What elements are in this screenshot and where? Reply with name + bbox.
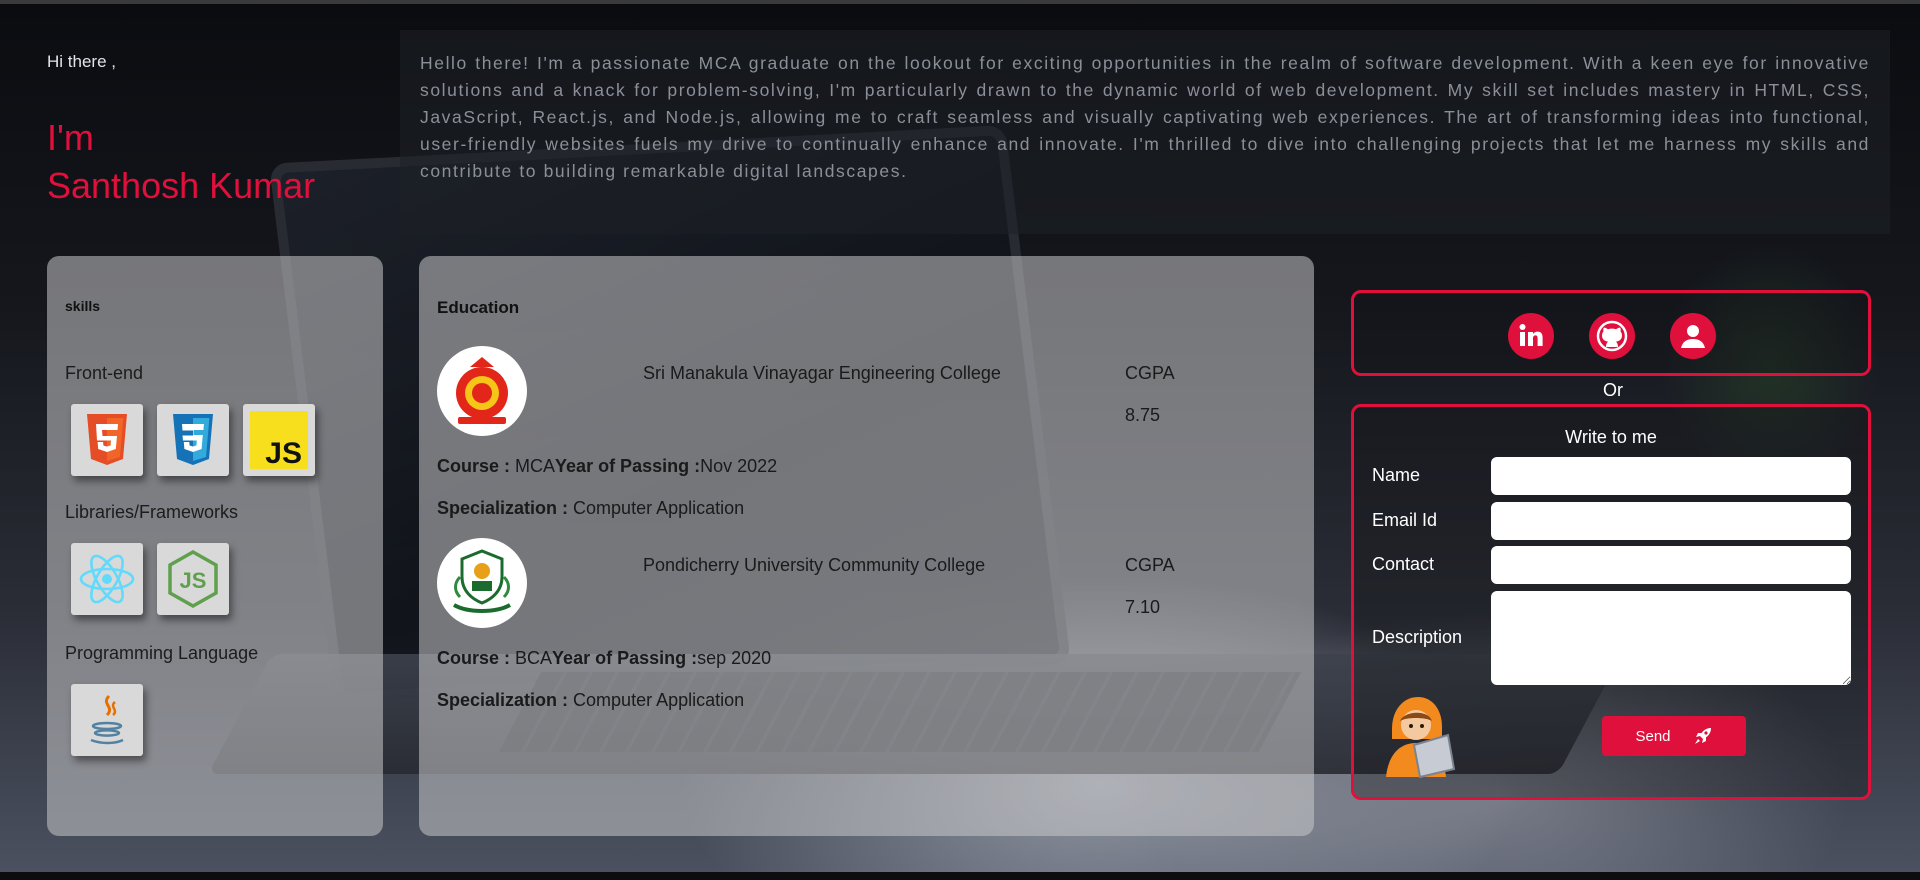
form-title: Write to me [1565, 427, 1657, 447]
year-label: Year of Passing : [552, 648, 698, 668]
course-label: Course : [437, 456, 511, 476]
course-value: BCA [515, 648, 553, 668]
greeting: Hi there , [47, 52, 116, 71]
react-icon [71, 543, 143, 615]
name-input[interactable] [1491, 457, 1851, 495]
hero-name: Santhosh Kumar [47, 165, 316, 206]
cgpa-value: 8.75 [1125, 405, 1161, 425]
github-icon[interactable] [1589, 313, 1635, 359]
email-label: Email Id [1372, 510, 1438, 530]
course-label: Course : [437, 648, 511, 668]
course-value: MCA [515, 456, 556, 476]
bottom-edge [0, 872, 1920, 880]
contact-input[interactable] [1491, 546, 1851, 584]
contact-label: Contact [1372, 554, 1435, 574]
year-label: Year of Passing : [555, 456, 701, 476]
social-links [1351, 290, 1871, 376]
college-name: Pondicherry University Community College [643, 555, 986, 575]
skill-group-frontend: Front-end [65, 363, 144, 383]
nodejs-icon: JS [157, 543, 229, 615]
skill-group-libraries: Libraries/Frameworks [65, 502, 239, 522]
education-title: Education [437, 298, 520, 317]
send-button[interactable]: Send [1602, 716, 1746, 756]
course-line: Course : BCAYear of Passing :sep 2020 [437, 648, 771, 669]
description-textarea[interactable] [1491, 591, 1851, 685]
course-line: Course : MCAYear of Passing :Nov 2022 [437, 456, 777, 477]
smvec-logo [437, 346, 527, 436]
specialization-line: Specialization : Computer Application [437, 690, 744, 711]
profile-icon[interactable] [1670, 313, 1716, 359]
college-name: Sri Manakula Vinayagar Engineering Colle… [643, 363, 1001, 383]
send-label: Send [1635, 727, 1671, 745]
hero-heading: I'm Santhosh Kumar [47, 114, 315, 210]
about-section: Hello there! I'm a passionate MCA gradua… [400, 30, 1890, 234]
name-label: Name [1372, 465, 1421, 485]
or-divider: Or [1603, 380, 1623, 400]
specialization-value: Computer Application [573, 498, 745, 518]
linkedin-icon[interactable] [1508, 313, 1554, 359]
specialization-label: Specialization : [437, 690, 569, 710]
email-input[interactable] [1491, 502, 1851, 540]
skills-title: skills [65, 298, 101, 314]
year-value: Nov 2022 [700, 456, 778, 476]
contact-form: Write to me Name Email Id Contact Descri… [1351, 404, 1871, 800]
skill-group-programming: Programming Language [65, 643, 259, 663]
css3-icon [157, 404, 229, 476]
svg-text:JS: JS [180, 568, 207, 593]
javascript-icon: JS [243, 404, 315, 476]
cgpa-label: CGPA [1125, 555, 1175, 575]
specialization-value: Computer Application [573, 690, 745, 710]
cgpa-value: 7.10 [1125, 597, 1161, 617]
cgpa-label: CGPA [1125, 363, 1175, 383]
pucc-logo [437, 538, 527, 628]
specialization-line: Specialization : Computer Application [437, 498, 744, 519]
education-panel: Education Sri Manakula Vinayagar Enginee… [419, 256, 1314, 836]
specialization-label: Specialization : [437, 498, 569, 518]
skills-panel: skills Front-end JS Libraries/Frameworks… [47, 256, 383, 836]
hero-im: I'm [47, 117, 94, 158]
rocket-icon [1694, 728, 1711, 744]
description-label: Description [1372, 627, 1463, 647]
year-value: sep 2020 [697, 648, 772, 668]
html5-icon [71, 404, 143, 476]
developer-avatar [1376, 689, 1456, 779]
svg-text:JS: JS [265, 437, 302, 469]
java-icon [71, 684, 143, 756]
about-text: Hello there! I'm a passionate MCA gradua… [420, 53, 1870, 181]
